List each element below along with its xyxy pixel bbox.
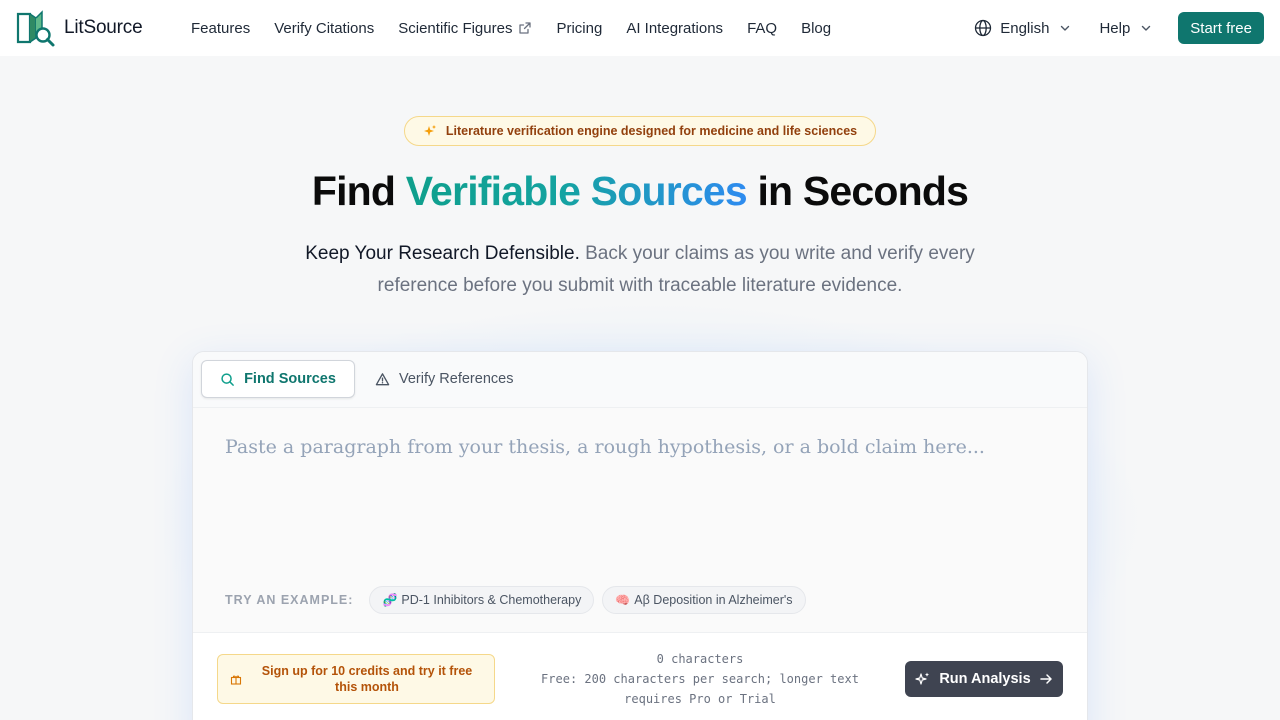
hero-title-highlight: Verifiable Sources [405, 168, 748, 214]
hero-title-pre: Find [311, 168, 406, 214]
tab-verify-references-label: Verify References [399, 371, 514, 387]
help-label: Help [1099, 19, 1131, 37]
mode-tabs: Find Sources Verify References [193, 352, 1087, 408]
signup-promo-text: Sign up for 10 credits and try it free t… [261, 664, 473, 694]
run-analysis-label: Run Analysis [939, 671, 1031, 687]
signup-promo[interactable]: Sign up for 10 credits and try it free t… [217, 654, 495, 704]
book-magnifier-logo-icon [16, 10, 55, 47]
nav-blog[interactable]: Blog [801, 20, 831, 37]
examples-label: TRY AN EXAMPLE: [225, 593, 354, 607]
brand-logo[interactable]: LitSource [16, 8, 143, 48]
nav-ai-integrations[interactable]: AI Integrations [626, 20, 723, 37]
start-free-button[interactable]: Start free [1178, 12, 1264, 44]
card-footer: Sign up for 10 credits and try it free t… [193, 632, 1087, 720]
search-card: Find Sources Verify References TRY AN EX… [192, 351, 1088, 720]
dna-icon: 🧬 [382, 593, 398, 607]
top-navbar: LitSource Features Verify Citations Scie… [0, 0, 1280, 56]
example-chip-alzheimers[interactable]: 🧠 Aβ Deposition in Alzheimer's [602, 586, 806, 614]
hero-badge-text: Literature verification engine designed … [445, 124, 858, 138]
tab-find-sources-label: Find Sources [244, 371, 336, 387]
nav-pricing[interactable]: Pricing [556, 20, 602, 37]
brain-icon: 🧠 [615, 593, 631, 607]
header-actions: English Help Start free [974, 0, 1264, 56]
example-chip-pd1-label: PD-1 Inhibitors & Chemotherapy [401, 593, 582, 607]
sparkles-icon [915, 672, 930, 685]
example-chip-pd1[interactable]: 🧬 PD-1 Inhibitors & Chemotherapy [369, 586, 595, 614]
examples-row: TRY AN EXAMPLE: 🧬 PD-1 Inhibitors & Chem… [225, 586, 814, 614]
nav-scientific-figures[interactable]: Scientific Figures [398, 20, 532, 37]
language-label: English [1000, 19, 1050, 37]
nav-scientific-figures-label: Scientific Figures [398, 19, 513, 37]
hero-title: Find Verifiable Sources in Seconds [0, 168, 1280, 215]
tab-find-sources[interactable]: Find Sources [201, 360, 355, 398]
tab-verify-references[interactable]: Verify References [375, 360, 513, 398]
chevron-down-icon [1061, 25, 1070, 31]
nav-faq[interactable]: FAQ [747, 20, 777, 37]
hero-badge: Literature verification engine designed … [404, 116, 876, 146]
character-limit-note: Free: 200 characters per search; longer … [541, 672, 859, 706]
search-icon [221, 372, 234, 386]
arrow-right-icon [1039, 674, 1052, 684]
gift-icon [230, 675, 242, 685]
language-selector[interactable]: English [974, 19, 1071, 37]
globe-icon [975, 19, 992, 37]
run-analysis-button[interactable]: Run Analysis [905, 661, 1063, 697]
warning-icon [375, 372, 390, 385]
external-link-icon [519, 22, 532, 34]
hero-title-post: in Seconds [746, 168, 969, 214]
character-meta: 0 characters Free: 200 characters per se… [523, 649, 877, 709]
hero-subtitle-strong: Keep Your Research Defensible. [305, 243, 580, 264]
chevron-down-icon [1142, 25, 1151, 31]
character-count: 0 characters [656, 652, 744, 666]
example-chip-alzheimers-label: Aβ Deposition in Alzheimer's [634, 593, 793, 607]
main-nav: Features Verify Citations Scientific Fig… [191, 0, 855, 56]
nav-features[interactable]: Features [191, 20, 250, 37]
help-menu[interactable]: Help [1099, 20, 1152, 37]
sparkles-icon [423, 125, 436, 136]
nav-verify-citations[interactable]: Verify Citations [274, 20, 374, 37]
brand-name: LitSource [64, 17, 143, 38]
hero-subtitle: Keep Your Research Defensible. Back your… [290, 238, 990, 302]
claim-input[interactable] [225, 436, 1055, 556]
